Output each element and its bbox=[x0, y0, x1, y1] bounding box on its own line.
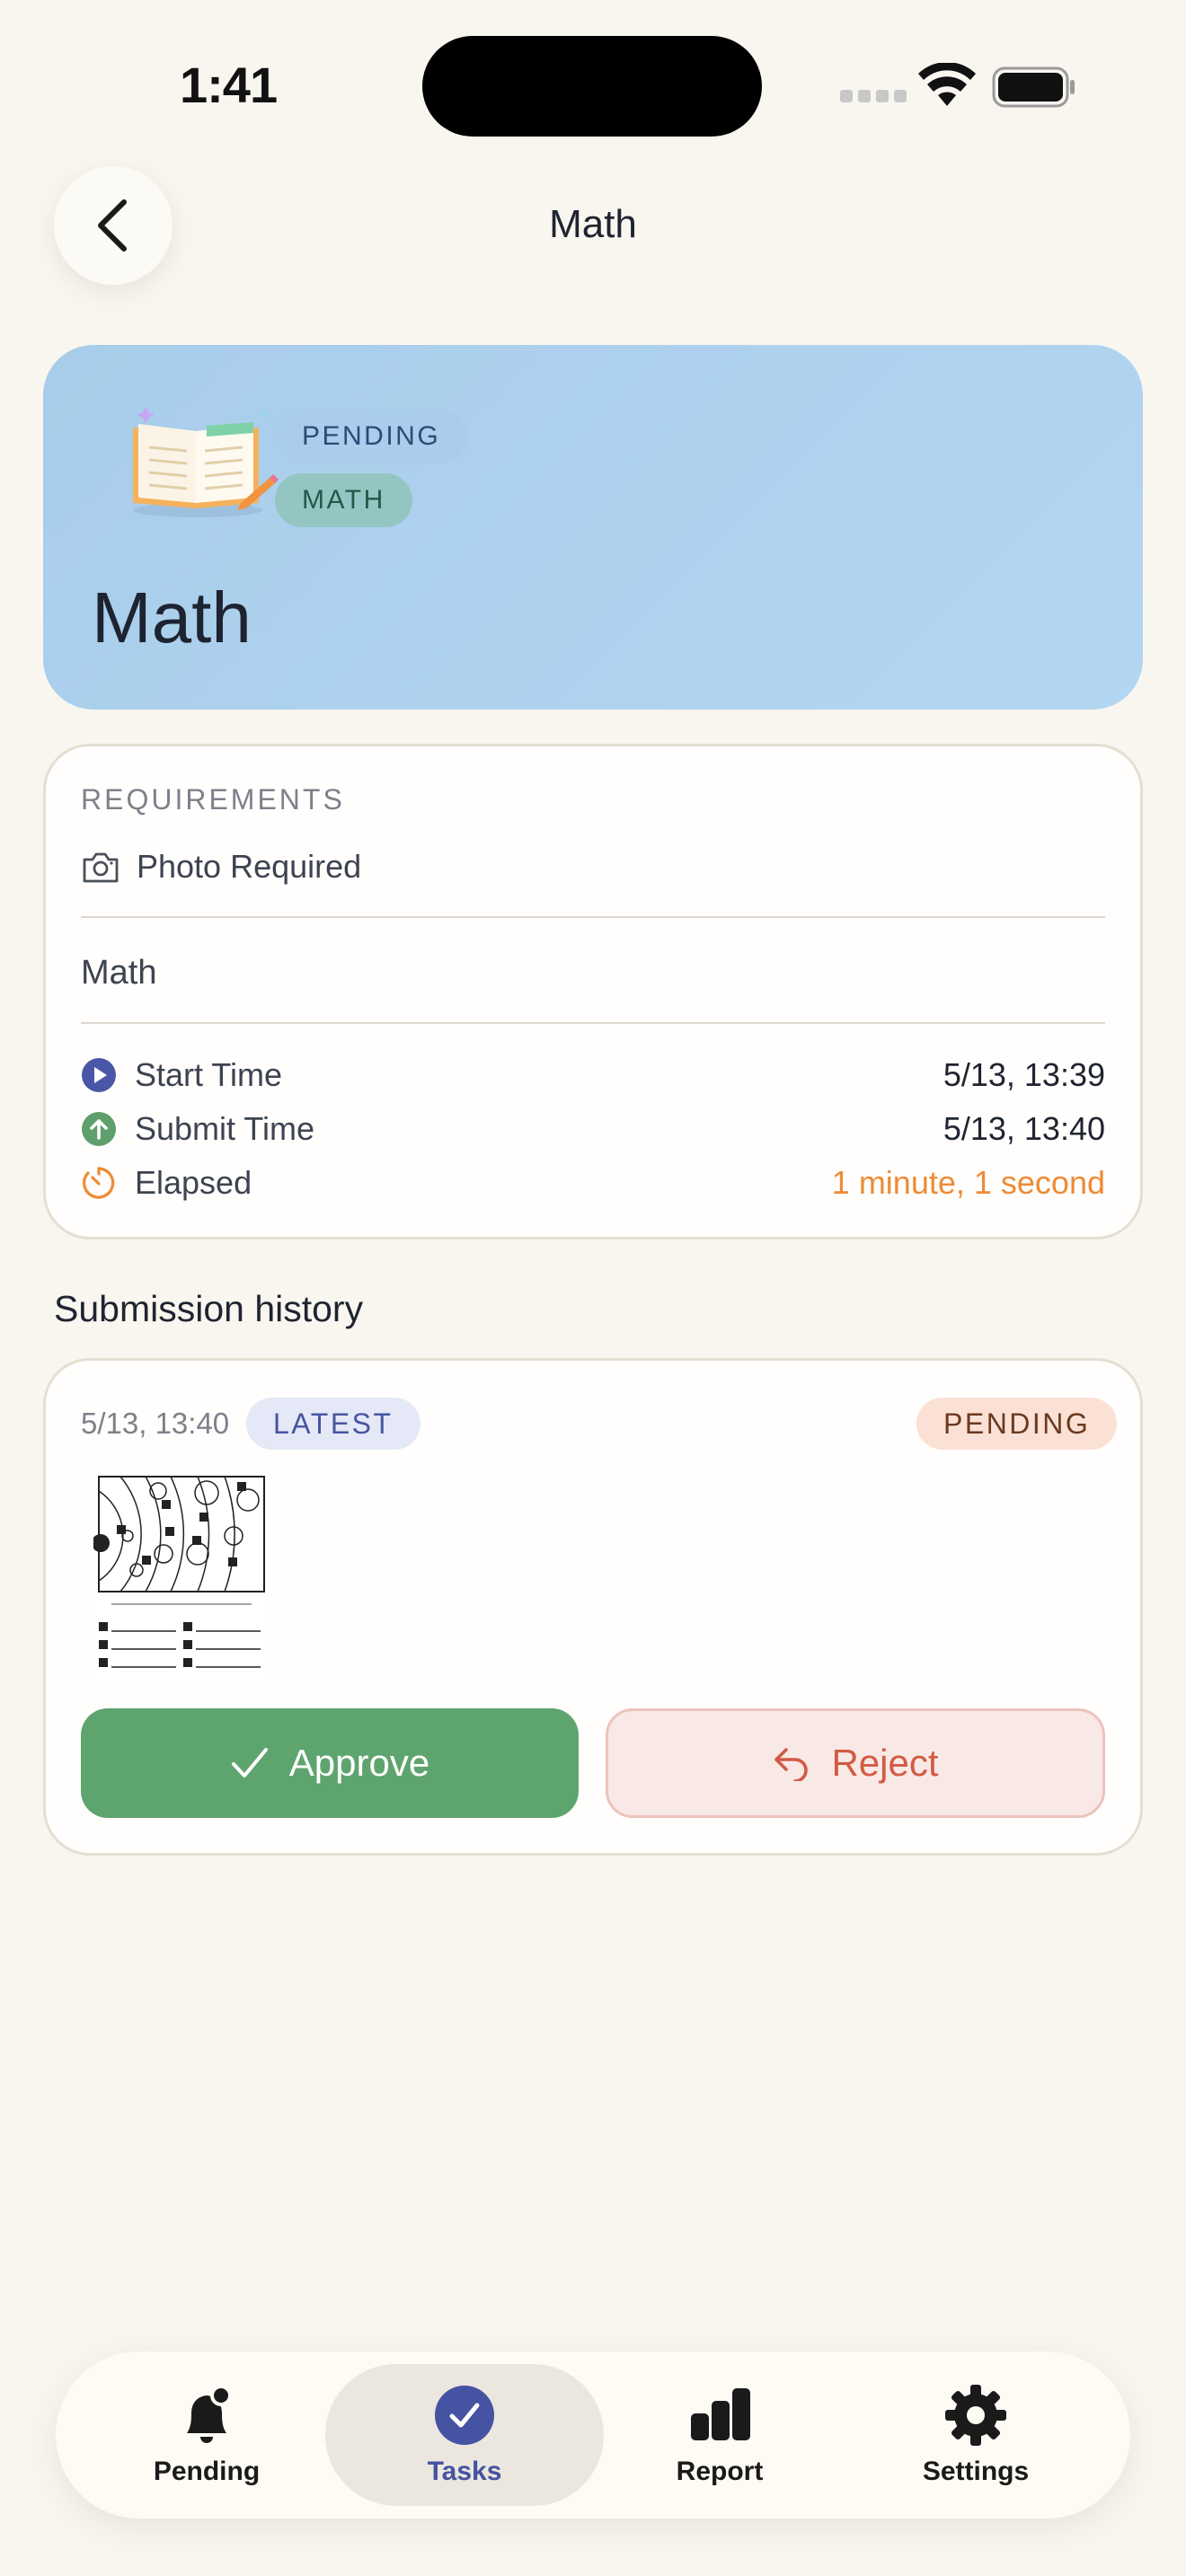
wifi-icon bbox=[918, 63, 976, 106]
submit-time-row: Submit Time 5/13, 13:40 bbox=[81, 1107, 1105, 1151]
tab-settings-label: Settings bbox=[922, 2457, 1030, 2486]
submission-status-badge: PENDING bbox=[916, 1398, 1118, 1450]
bell-badge-icon bbox=[187, 2385, 232, 2443]
status-bar: 1:41 bbox=[0, 0, 1186, 171]
reject-button[interactable]: Reject bbox=[606, 1708, 1105, 1818]
tab-report[interactable]: Report bbox=[587, 2364, 853, 2506]
latest-badge: LATEST bbox=[246, 1398, 420, 1450]
elapsed-label: Elapsed bbox=[135, 1164, 252, 1201]
status-badge: PENDING bbox=[275, 410, 468, 463]
tab-pending[interactable]: Pending bbox=[74, 2364, 340, 2506]
divider bbox=[81, 1022, 1105, 1024]
play-circle-icon bbox=[82, 1058, 116, 1092]
submit-time-label: Submit Time bbox=[135, 1110, 315, 1147]
start-time-label: Start Time bbox=[135, 1056, 283, 1093]
gear-icon bbox=[945, 2385, 1006, 2446]
task-title: Math bbox=[92, 578, 252, 657]
requirements-heading: REQUIREMENTS bbox=[81, 783, 345, 816]
reject-button-label: Reject bbox=[831, 1742, 939, 1784]
submit-time-value: 5/13, 13:40 bbox=[943, 1110, 1105, 1147]
approve-button-label: Approve bbox=[288, 1742, 430, 1784]
dynamic-island bbox=[422, 36, 762, 137]
elapsed-value: 1 minute, 1 second bbox=[831, 1164, 1105, 1201]
battery-icon bbox=[992, 66, 1075, 108]
arrow-up-circle-icon bbox=[82, 1112, 116, 1146]
tab-tasks[interactable]: Tasks bbox=[325, 2364, 604, 2506]
timer-icon bbox=[83, 1167, 115, 1199]
bar-chart-icon bbox=[691, 2388, 750, 2440]
tab-report-label: Report bbox=[676, 2457, 764, 2486]
photo-required-label: Photo Required bbox=[137, 848, 362, 885]
start-time-row: Start Time 5/13, 13:39 bbox=[81, 1053, 1105, 1098]
tab-pending-label: Pending bbox=[153, 2457, 261, 2486]
page-title: Math bbox=[549, 202, 637, 246]
approve-button[interactable]: Approve bbox=[81, 1708, 579, 1818]
task-hero-card: PENDING MATH Math bbox=[43, 345, 1143, 710]
start-time-value: 5/13, 13:39 bbox=[943, 1056, 1105, 1093]
photo-required-row: Photo Required bbox=[81, 848, 361, 886]
tab-settings[interactable]: Settings bbox=[843, 2364, 1109, 2506]
undo-arrow-icon bbox=[774, 1748, 809, 1781]
tab-tasks-label: Tasks bbox=[427, 2457, 502, 2486]
camera-icon bbox=[83, 852, 119, 883]
submission-photo-thumbnail[interactable] bbox=[93, 1473, 270, 1685]
status-time: 1:41 bbox=[180, 57, 278, 113]
checkmark-icon bbox=[231, 1748, 268, 1778]
cellular-signal-icon bbox=[840, 90, 907, 102]
checkmark-circle-icon bbox=[435, 2386, 494, 2445]
divider bbox=[81, 916, 1105, 918]
elapsed-row: Elapsed 1 minute, 1 second bbox=[81, 1160, 1105, 1205]
open-book-icon bbox=[133, 406, 279, 517]
subject-badge: MATH bbox=[275, 473, 412, 527]
submission-history-title: Submission history bbox=[54, 1288, 364, 1329]
task-description: Math bbox=[81, 954, 157, 992]
submission-date: 5/13, 13:40 bbox=[81, 1407, 230, 1440]
